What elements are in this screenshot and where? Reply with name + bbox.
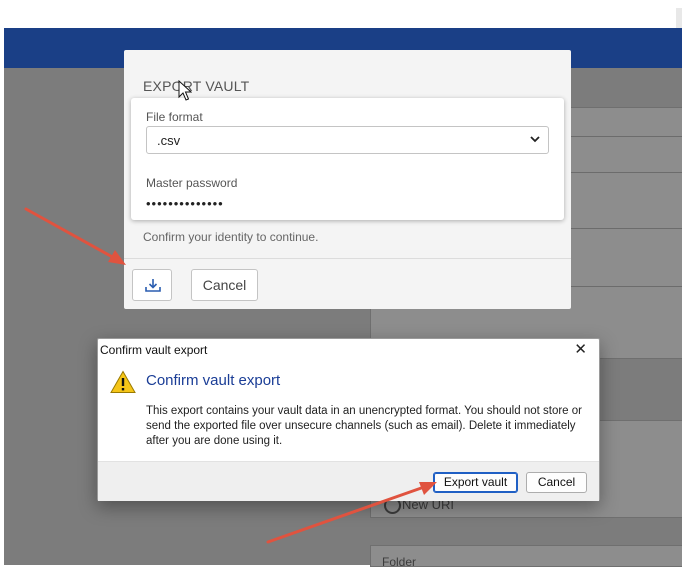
file-format-label: File format — [146, 110, 203, 124]
confirm-heading: Confirm vault export — [146, 372, 281, 389]
warning-icon — [110, 370, 136, 393]
file-format-select[interactable]: .csv — [146, 126, 549, 154]
cancel-export-button[interactable]: Cancel — [526, 472, 587, 493]
window-top-area — [0, 0, 682, 28]
export-form-panel: File format .csv Master password •••••••… — [131, 98, 564, 220]
mouse-cursor-icon — [178, 80, 192, 101]
export-vault-button[interactable]: Export vault — [433, 472, 518, 493]
confirm-vault-export-window: Confirm vault export ✕ Confirm vault exp… — [97, 338, 600, 501]
download-export-button[interactable] — [132, 269, 172, 301]
master-password-input[interactable]: •••••••••••••• — [146, 196, 224, 211]
export-vault-title: EXPORT VAULT — [143, 78, 250, 94]
window-edge — [676, 8, 682, 28]
dialog-footer-divider — [124, 258, 571, 259]
download-icon — [145, 279, 161, 292]
folder-label: Folder — [382, 555, 417, 569]
cancel-button[interactable]: Cancel — [191, 269, 258, 301]
background-folder-card — [370, 545, 682, 567]
chevron-down-icon — [530, 136, 540, 143]
confirm-identity-text: Confirm your identity to continue. — [143, 230, 319, 244]
confirm-message: This export contains your vault data in … — [146, 405, 582, 447]
close-icon[interactable]: ✕ — [574, 340, 587, 358]
master-password-label: Master password — [146, 176, 238, 190]
window-footer: Export vault Cancel — [98, 461, 599, 501]
window-title: Confirm vault export — [100, 343, 208, 357]
file-format-value: .csv — [157, 133, 181, 148]
